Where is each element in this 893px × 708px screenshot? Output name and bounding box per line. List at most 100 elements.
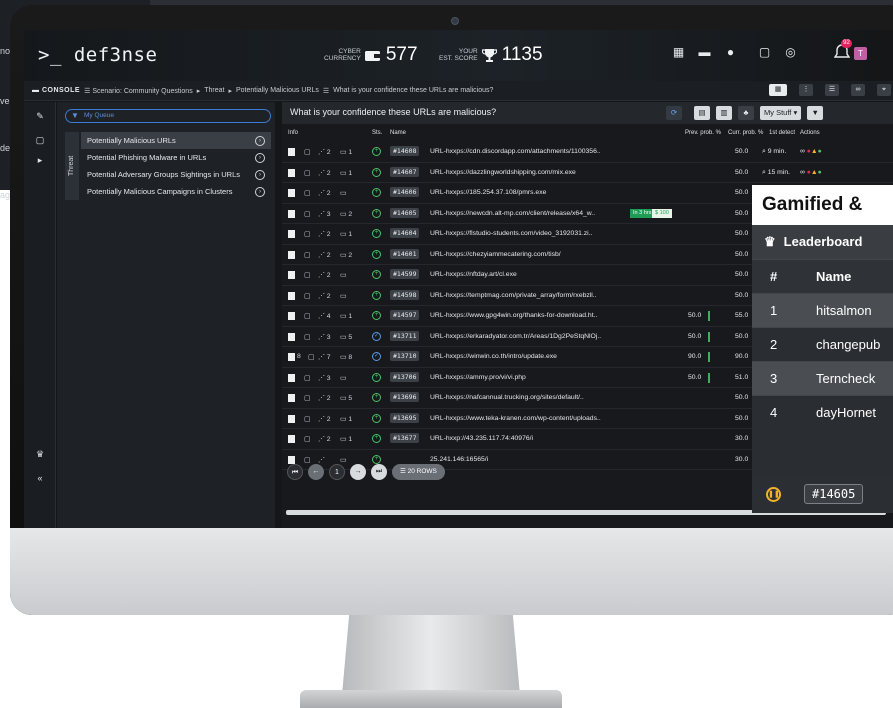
chart-icon[interactable]: ⋰ 2 <box>318 394 330 402</box>
flag-icon[interactable] <box>288 312 295 320</box>
link-icon[interactable]: ∞ <box>800 169 805 176</box>
chart-icon[interactable]: ⋰ 7 <box>318 353 330 361</box>
team-button[interactable]: ♣ <box>738 106 754 120</box>
share-icon[interactable]: ● <box>818 148 822 155</box>
queue-item[interactable]: Potentially Malicious URLs › <box>81 132 271 149</box>
question-id[interactable]: #13695 <box>390 412 420 423</box>
action-icons[interactable]: ∞ ●▲● <box>800 148 822 155</box>
comment-icon[interactable]: ▭ 5 <box>340 394 352 402</box>
flag-icon[interactable] <box>288 230 295 238</box>
question-name[interactable]: URL-hxxps://flstudio-students.com/video_… <box>430 230 592 237</box>
warning-icon[interactable]: ▲ <box>811 148 818 155</box>
next-page-icon[interactable]: → <box>350 464 366 480</box>
column-info[interactable]: Info <box>288 130 298 136</box>
chat-icon[interactable]: ▢ <box>758 46 771 59</box>
question-id[interactable]: #13706 <box>390 371 420 382</box>
flag-icon[interactable] <box>288 373 295 382</box>
question-name[interactable]: URL-hxxps://erkaradyator.com.tr/Areas/1D… <box>430 333 601 340</box>
rows-per-page-button[interactable]: ☰ 20 ROWS <box>392 464 445 480</box>
console-label[interactable]: ▬ CONSOLE <box>32 87 80 94</box>
bookmark-icon[interactable]: ▢ <box>304 230 310 238</box>
current-question-id[interactable]: #14605 <box>804 484 864 504</box>
link-icon[interactable]: ∞ <box>851 84 865 96</box>
table-row[interactable]: ▢ ⋰ 2 ▭ 1 + #14608 URL-hxxps://cdn.discordapp… <box>282 142 893 163</box>
question-name[interactable]: URL-hxxps://newcdn.alt-mp.com/client/rel… <box>430 210 595 217</box>
column-curr-prob[interactable]: Curr. prob. % <box>728 130 763 136</box>
bookmark-icon[interactable]: ▢ <box>304 189 310 197</box>
column-name[interactable]: Name <box>390 130 406 136</box>
chart-icon[interactable]: ⋰ 2 <box>318 292 330 300</box>
grid-icon[interactable]: ▦ <box>672 46 685 59</box>
scenario-crumb[interactable]: ☰ Scenario: Community Questions <box>84 87 193 95</box>
column-prev-prob[interactable]: Prev. prob. % <box>685 130 721 136</box>
question-name[interactable]: URL-hxxps://nafcannual.trucking.org/site… <box>430 394 584 401</box>
last-page-icon[interactable]: ⏭ <box>371 464 387 480</box>
comment-icon[interactable]: ▭ 1 <box>340 148 352 156</box>
leaderboard-row[interactable]: 3 Terncheck <box>752 361 893 395</box>
chart-icon[interactable]: ⋰ 2 <box>318 415 330 423</box>
table-row[interactable]: ▢ ⋰ 2 ▭ 1 + #14607 URL-hxxps://dazzlingworlds… <box>282 163 893 183</box>
collapse-icon[interactable]: « <box>34 472 46 484</box>
chat-icon[interactable]: ▢ <box>34 134 46 146</box>
bookmark-icon[interactable]: ▢ <box>308 353 314 361</box>
comment-icon[interactable]: ▭ 2 <box>340 251 352 259</box>
question-id[interactable]: #13696 <box>390 392 420 402</box>
comment-icon[interactable]: ▭ 8 <box>340 353 352 361</box>
user-settings-icon[interactable]: ● <box>724 46 737 59</box>
bookmark-icon[interactable]: ▢ <box>304 271 310 279</box>
comment-icon[interactable]: ▭ 1 <box>340 230 352 238</box>
comment-icon[interactable]: ▭ 5 <box>340 333 352 341</box>
link-icon[interactable]: ∞ <box>800 148 805 155</box>
question-id[interactable]: #13710 <box>390 351 420 361</box>
comment-icon[interactable]: ▭ 1 <box>340 435 352 443</box>
table-view-icon[interactable]: ▦ <box>769 84 787 96</box>
warning-icon[interactable]: ▲ <box>811 169 818 176</box>
bookmark-icon[interactable]: ▢ <box>304 169 310 177</box>
queue-item[interactable]: Potential Phishing Malware in URLs › <box>81 149 271 166</box>
question-name[interactable]: URL-hxxps://185.254.37.108/pmrs.exe <box>430 189 546 196</box>
chart-icon[interactable]: ⋰ 2 <box>318 169 330 177</box>
queue-search-input[interactable]: ▼ My Queue <box>65 109 271 123</box>
bookmark-icon[interactable]: ▢ <box>304 394 310 402</box>
bookmark-icon[interactable]: ▢ <box>304 456 310 464</box>
edit-icon[interactable]: ✎ <box>34 110 46 122</box>
question-name[interactable]: URL-hxxps://winwin.co.th/intro/update.ex… <box>430 353 557 360</box>
question-name[interactable]: 25.241.146:16565/i <box>430 456 488 463</box>
comment-icon[interactable]: ▭ <box>340 292 346 300</box>
filter-button[interactable]: ▼ <box>807 106 824 120</box>
flag-icon[interactable] <box>288 414 295 423</box>
pause-icon[interactable]: ❚❚ <box>766 487 781 502</box>
flag-icon[interactable] <box>288 189 295 197</box>
app-logo[interactable]: >_ def3nse <box>38 44 157 66</box>
chart-icon[interactable]: ⋰ 2 <box>318 251 330 259</box>
comment-icon[interactable]: ▭ <box>340 189 346 197</box>
bookmark-icon[interactable]: ▢ <box>304 435 310 443</box>
target-icon[interactable]: ◎ <box>784 46 797 59</box>
comment-icon[interactable]: ▭ <box>340 374 346 382</box>
flag-icon[interactable] <box>288 291 295 300</box>
leaderboard-row[interactable]: 4 dayHornet <box>752 395 893 429</box>
question-id[interactable]: #14599 <box>390 269 420 279</box>
question-name[interactable]: URL-hxxps://cdn.discordapp.com/attachmen… <box>430 148 601 155</box>
chart-icon[interactable]: ⋰ 2 <box>318 271 330 279</box>
leaderboard-row[interactable]: 2 changepub <box>752 327 893 361</box>
flag-icon[interactable] <box>288 209 295 218</box>
flag-icon[interactable] <box>288 353 295 361</box>
question-id[interactable]: #14597 <box>390 310 420 320</box>
bookmark-icon[interactable]: ▢ <box>304 210 310 218</box>
flag-icon[interactable] <box>288 250 295 259</box>
bookmark-icon[interactable]: ▢ <box>304 148 310 156</box>
refresh-button[interactable]: ⟳ <box>666 106 682 120</box>
column-first-detect[interactable]: 1st detect <box>769 130 795 136</box>
trophy-icon[interactable]: ♛ <box>34 448 46 460</box>
wallet-icon[interactable]: ▬ <box>698 46 711 59</box>
chart-icon[interactable]: ⋰ 3 <box>318 374 330 382</box>
question-name[interactable]: URL-hxxps://nftday.art/cl.exe <box>430 271 517 278</box>
list-view-icon[interactable]: ☰ <box>825 84 839 96</box>
question-name[interactable]: URL-hxxps://www.gpg4win.org/thanks-for-d… <box>430 312 597 319</box>
prev-page-icon[interactable]: ← <box>308 464 324 480</box>
question-id[interactable]: #14605 <box>390 207 420 218</box>
chart-icon[interactable]: ⋰ 2 <box>318 148 330 156</box>
comment-icon[interactable]: ▭ 1 <box>340 169 352 177</box>
question-id[interactable]: #13711 <box>390 330 420 341</box>
